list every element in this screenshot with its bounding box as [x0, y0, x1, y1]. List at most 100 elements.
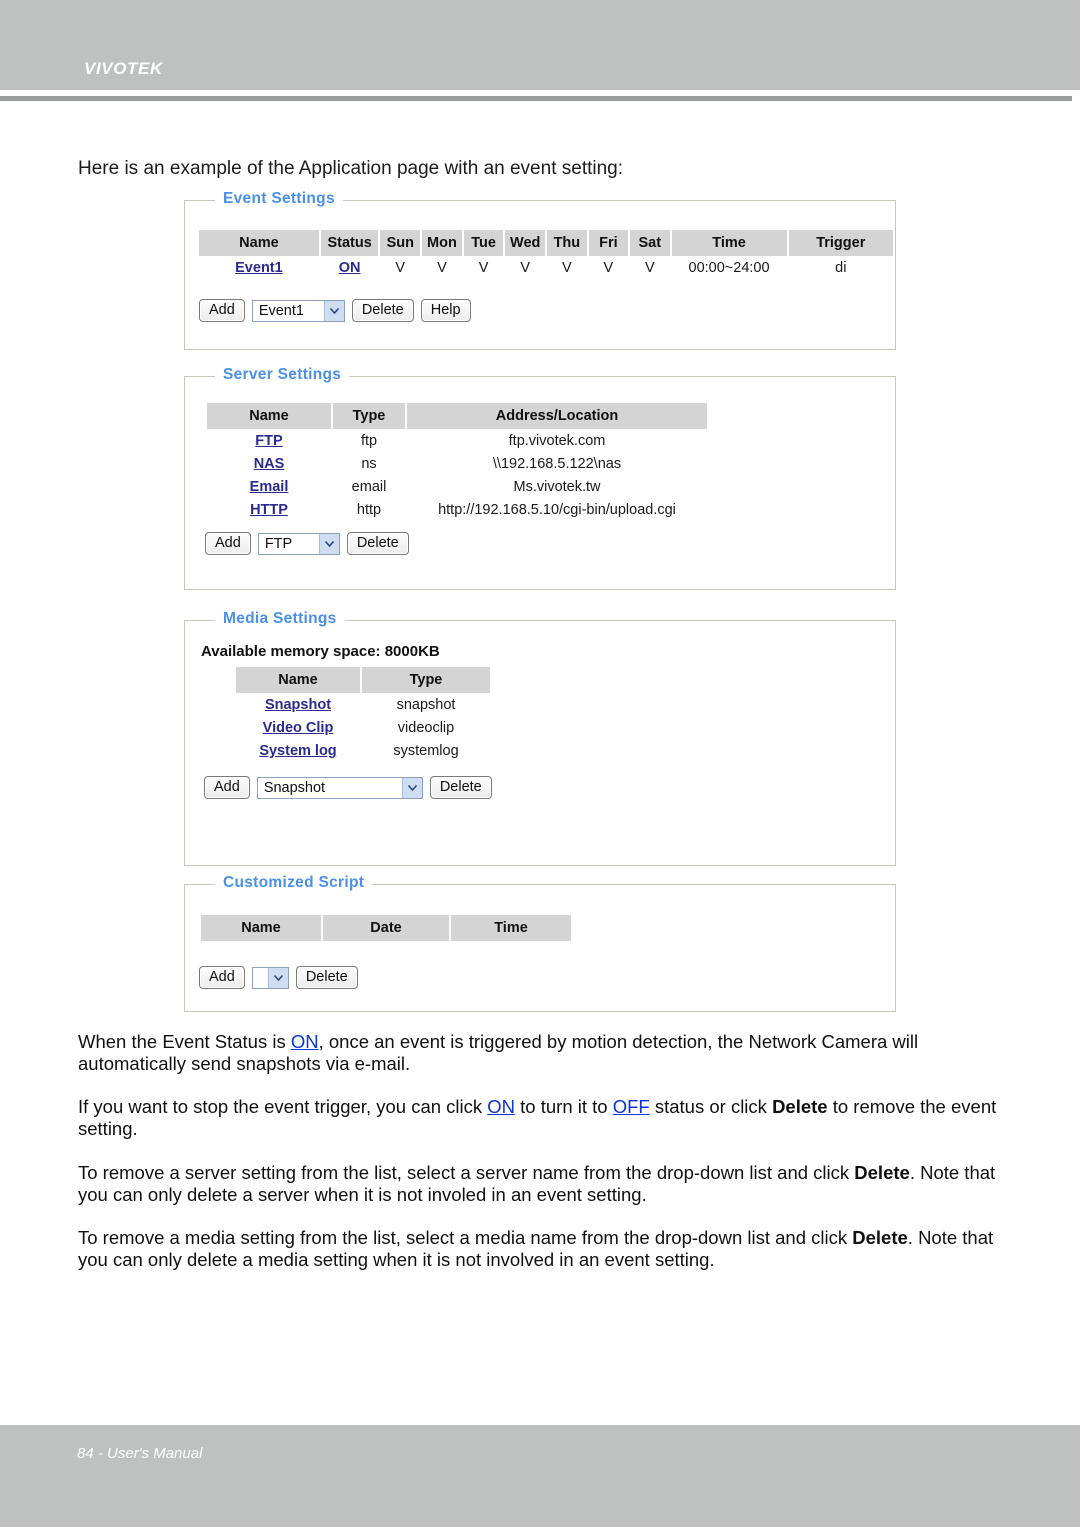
column-header-date: Date	[323, 915, 449, 941]
table-row: Video Clip videoclip	[236, 716, 490, 739]
p3-delete-emphasis: Delete	[854, 1162, 910, 1183]
p2-on-link[interactable]: ON	[487, 1096, 515, 1117]
page-header-band: VIVOTEK	[0, 0, 1080, 90]
column-header-type: Type	[362, 667, 490, 693]
column-header-name: Name	[201, 915, 321, 941]
event-status-cell: ON	[321, 256, 379, 279]
media-name-link[interactable]: Video Clip	[263, 720, 334, 736]
media-name-link[interactable]: Snapshot	[265, 697, 331, 713]
script-add-button[interactable]: Add	[199, 966, 245, 989]
script-delete-button[interactable]: Delete	[295, 966, 358, 989]
event-status-link[interactable]: ON	[339, 260, 361, 276]
column-header-status: Status	[320, 230, 379, 256]
customized-script-controls: Add Delete	[199, 966, 358, 989]
column-header-trigger: Trigger	[788, 230, 893, 256]
table-row: System log systemlog	[236, 739, 490, 762]
available-memory-text: Available memory space: 8000KB	[201, 643, 440, 660]
column-header-fri: Fri	[588, 230, 629, 256]
server-name-link[interactable]: FTP	[255, 433, 282, 449]
column-header-wed: Wed	[505, 230, 546, 256]
media-select-value: Snapshot	[263, 779, 326, 796]
event-select-value: Event1	[258, 302, 304, 319]
server-name-cell: Email	[207, 475, 331, 498]
event-fri-cell: V	[603, 260, 614, 276]
media-settings-table: Name Type Snapshot snapshot Video Clip v…	[234, 667, 492, 762]
media-name-cell: Video Clip	[236, 716, 360, 739]
column-header-name: Name	[207, 403, 331, 429]
media-settings-controls: Add Snapshot Delete	[204, 776, 492, 799]
event-settings-legend: Event Settings	[215, 190, 343, 208]
table-row: FTP ftp ftp.vivotek.com	[207, 429, 707, 452]
server-address-cell: Ms.vivotek.tw	[513, 479, 601, 495]
p1-text-a: When the Event Status is	[78, 1031, 291, 1052]
p4-delete-emphasis: Delete	[852, 1227, 908, 1248]
footer-page-label: 84 - User's Manual	[77, 1445, 203, 1462]
server-name-cell: NAS	[207, 452, 331, 475]
chevron-down-icon	[318, 533, 339, 554]
event-sun-cell: V	[395, 260, 406, 276]
media-name-link[interactable]: System log	[259, 743, 336, 759]
event-tue-cell: V	[478, 260, 489, 276]
event-name-link[interactable]: Event1	[235, 260, 283, 276]
column-header-time: Time	[451, 915, 571, 941]
p4-text-a: To remove a media setting from the list,…	[78, 1227, 853, 1248]
table-header-row: Name Date Time	[201, 915, 571, 941]
media-type-cell: snapshot	[396, 697, 456, 713]
table-row: Snapshot snapshot	[236, 693, 490, 716]
table-header-row: Name Type Address/Location	[207, 403, 707, 429]
event-delete-button[interactable]: Delete	[351, 299, 414, 322]
script-select-dropdown[interactable]	[251, 966, 289, 989]
server-address-cell: \\192.168.5.122\nas	[492, 456, 622, 472]
media-name-cell: System log	[236, 739, 360, 762]
chevron-down-icon	[401, 777, 422, 798]
table-header-row: Name Type	[236, 667, 490, 693]
customized-script-legend: Customized Script	[215, 874, 373, 892]
brand-logo: VIVOTEK	[84, 59, 163, 78]
server-type-cell: ftp	[360, 433, 378, 449]
p2-text-c: status or click	[649, 1096, 773, 1117]
server-address-cell: ftp.vivotek.com	[508, 433, 606, 449]
media-name-cell: Snapshot	[236, 693, 360, 716]
server-name-link[interactable]: HTTP	[250, 502, 288, 518]
column-header-thu: Thu	[547, 230, 587, 256]
server-settings-controls: Add FTP Delete	[205, 532, 409, 555]
server-delete-button[interactable]: Delete	[346, 532, 409, 555]
media-delete-button[interactable]: Delete	[429, 776, 492, 799]
event-thu-cell: V	[562, 260, 572, 276]
column-header-mon: Mon	[422, 230, 462, 256]
server-settings-panel: Server Settings Name Type Address/Locati…	[184, 366, 896, 590]
server-address-cell: http://192.168.5.10/cgi-bin/upload.cgi	[438, 502, 676, 518]
server-name-link[interactable]: Email	[250, 479, 289, 495]
media-type-cell: systemlog	[393, 743, 459, 759]
column-header-name: Name	[236, 667, 360, 693]
column-header-name: Name	[199, 230, 319, 256]
event-help-button[interactable]: Help	[420, 299, 471, 322]
p2-off-link[interactable]: OFF	[613, 1096, 650, 1117]
event-wed-cell: V	[520, 260, 531, 276]
server-name-link[interactable]: NAS	[254, 456, 285, 472]
event-name-cell: Event1	[199, 256, 319, 279]
server-type-cell: http	[356, 502, 382, 518]
paragraph-remove-server: To remove a server setting from the list…	[78, 1162, 1008, 1206]
p2-text-b: to turn it to	[515, 1096, 613, 1117]
column-header-type: Type	[333, 403, 405, 429]
table-row: HTTP http http://192.168.5.10/cgi-bin/up…	[207, 498, 707, 521]
customized-script-table: Name Date Time	[199, 915, 573, 941]
media-settings-panel: Media Settings Available memory space: 8…	[184, 610, 896, 866]
header-divider-rule	[0, 96, 1072, 101]
media-settings-legend: Media Settings	[215, 610, 345, 628]
event-select-dropdown[interactable]: Event1	[251, 299, 345, 322]
server-name-cell: FTP	[207, 429, 331, 452]
media-type-cell: videoclip	[397, 720, 455, 736]
table-row: NAS ns \\192.168.5.122\nas	[207, 452, 707, 475]
customized-script-panel: Customized Script Name Date Time Add Del…	[184, 874, 896, 1012]
server-add-button[interactable]: Add	[205, 532, 251, 555]
p1-on-link[interactable]: ON	[291, 1031, 319, 1052]
server-type-cell: ns	[361, 456, 377, 472]
event-add-button[interactable]: Add	[199, 299, 245, 322]
table-header-row: Name Status Sun Mon Tue Wed Thu Fri Sat …	[199, 230, 893, 256]
chevron-down-icon	[267, 967, 288, 988]
media-select-dropdown[interactable]: Snapshot	[256, 776, 423, 799]
server-select-dropdown[interactable]: FTP	[257, 532, 340, 555]
media-add-button[interactable]: Add	[204, 776, 250, 799]
